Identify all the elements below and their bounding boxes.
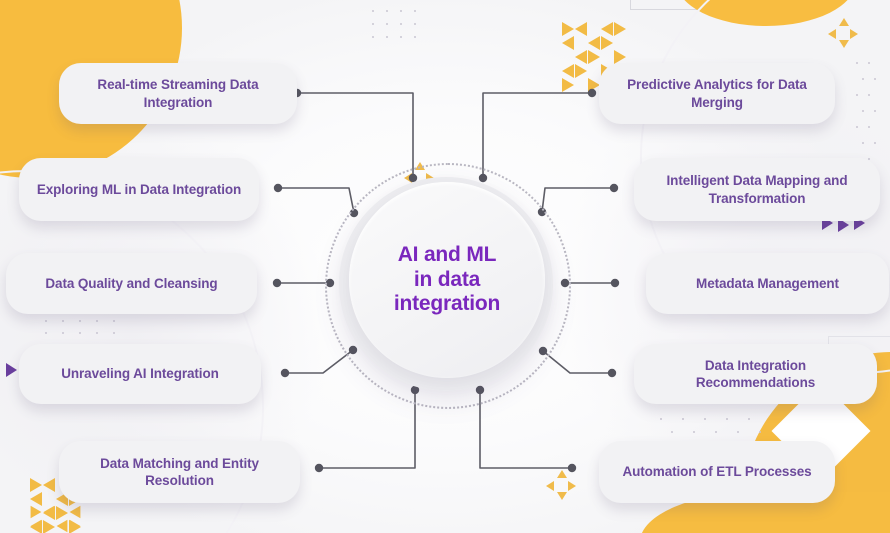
node-card-data-quality-and-cleansing[interactable]: Data Quality and Cleansing	[6, 253, 257, 314]
center-node[interactable]: AI and ML in data integration	[349, 182, 545, 378]
node-card-label: Data Integration Recommendations	[695, 357, 816, 390]
center-node-label: AI and ML in data integration	[393, 242, 501, 316]
node-card-data-integration-recommendations[interactable]: Data Integration Recommendations	[634, 344, 877, 404]
node-card-label: Intelligent Data Mapping and Transformat…	[666, 173, 848, 206]
node-card-label: Unraveling AI Integration	[61, 366, 219, 382]
node-card-label: Metadata Management	[696, 275, 839, 291]
node-card-data-matching-and-entity-resolution[interactable]: Data Matching and Entity Resolution	[59, 441, 300, 503]
node-card-label: Data Matching and Entity Resolution	[100, 455, 259, 488]
node-card-label: Exploring ML in Data Integration	[36, 181, 242, 197]
infographic-canvas: AI and ML in data integration Real-time …	[0, 0, 890, 533]
node-card-real-time-streaming-data-integration[interactable]: Real-time Streaming Data Integration	[59, 63, 297, 124]
node-card-label: Predictive Analytics for Data Merging	[627, 77, 807, 110]
node-card-metadata-management[interactable]: Metadata Management	[646, 253, 889, 314]
node-card-unraveling-ai-integration[interactable]: Unraveling AI Integration	[19, 344, 261, 404]
node-card-label: Automation of ETL Processes	[622, 464, 812, 480]
node-card-label: Data Quality and Cleansing	[45, 275, 218, 291]
node-card-label: Real-time Streaming Data Integration	[97, 77, 259, 110]
node-card-predictive-analytics-for-data-merging[interactable]: Predictive Analytics for Data Merging	[599, 63, 835, 124]
node-card-automation-of-etl-processes[interactable]: Automation of ETL Processes	[599, 441, 835, 503]
node-card-intelligent-data-mapping-and-transformation[interactable]: Intelligent Data Mapping and Transformat…	[634, 158, 880, 221]
node-card-exploring-ml-in-data-integration[interactable]: Exploring ML in Data Integration	[19, 158, 259, 221]
